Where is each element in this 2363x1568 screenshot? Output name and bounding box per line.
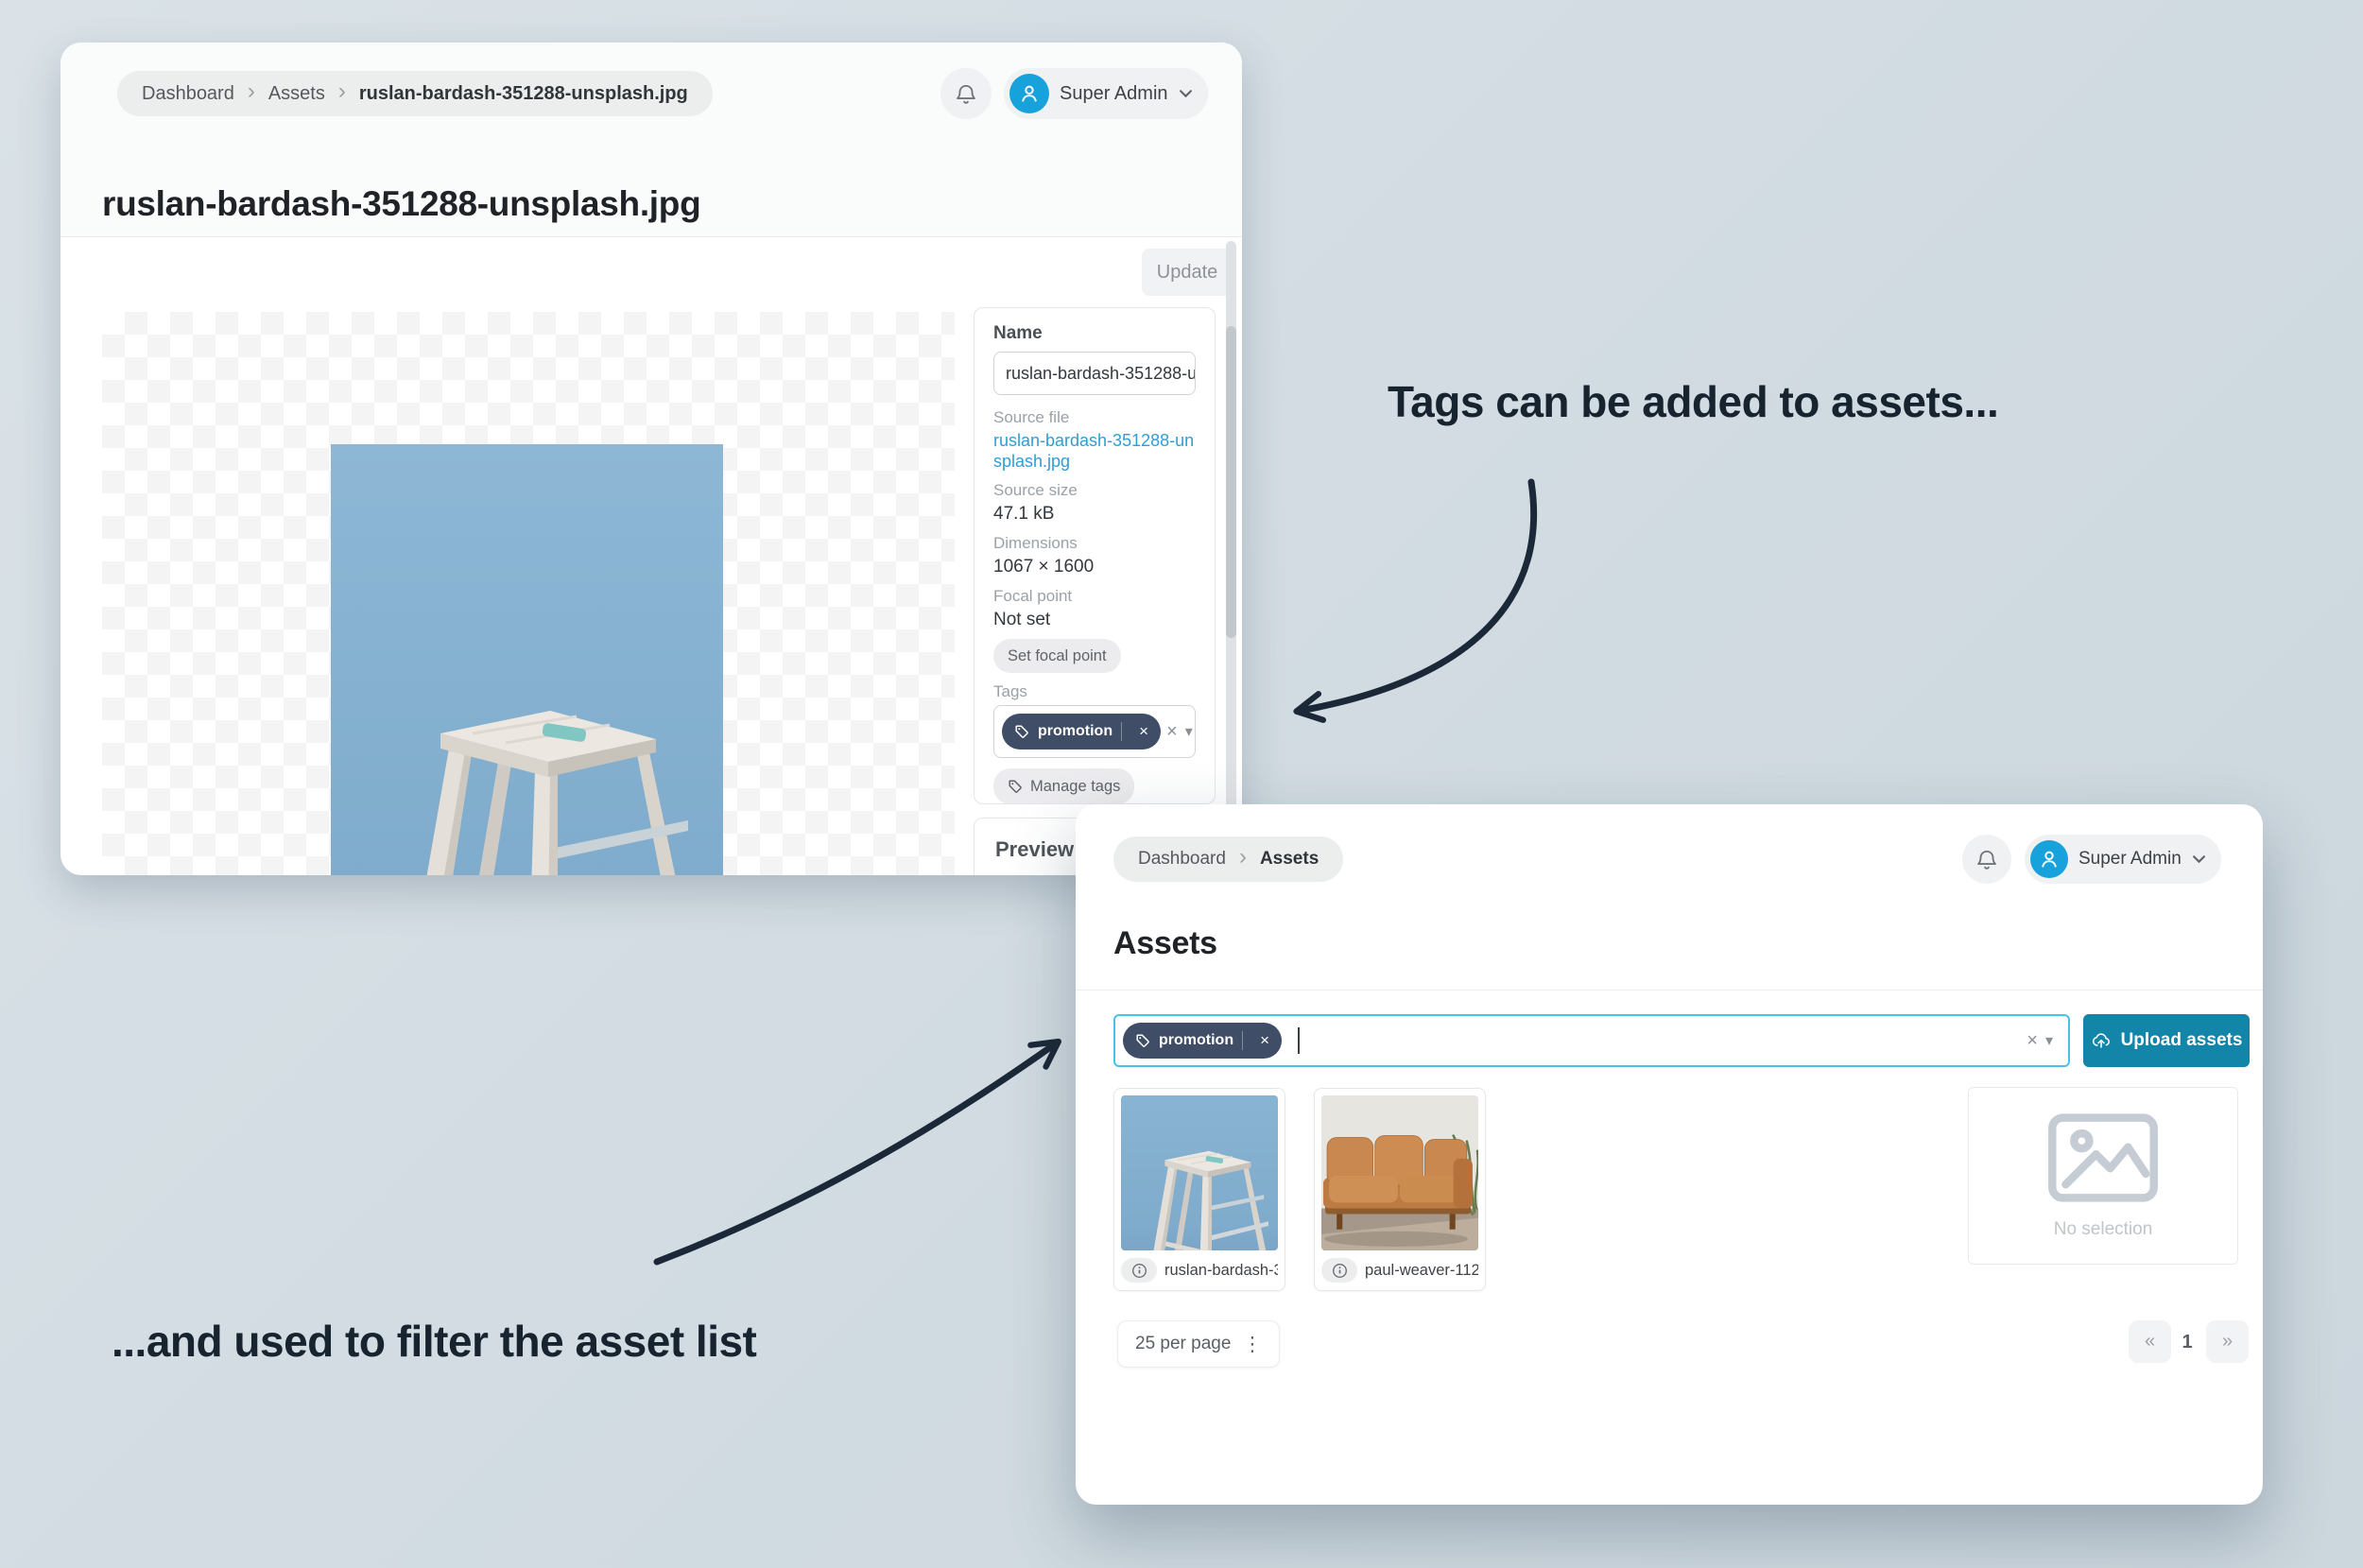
asset-filename: paul-weaver-1120: [1365, 1261, 1478, 1279]
select-caret-icon[interactable]: ▾: [2044, 1031, 2053, 1050]
asset-meta-panel: Name ruslan-bardash-351288-ur Source fil…: [974, 307, 1216, 804]
page-title: ruslan-bardash-351288-unsplash.jpg: [102, 184, 701, 223]
bell-icon: [954, 81, 978, 106]
name-input[interactable]: ruslan-bardash-351288-ur: [993, 352, 1196, 395]
chevron-right-icon: ›: [247, 78, 255, 104]
notifications-button[interactable]: [1962, 835, 2011, 884]
source-file-link[interactable]: ruslan-bardash-351288-unsplash.jpg: [993, 431, 1196, 472]
upload-assets-label: Upload assets: [2120, 1030, 2243, 1050]
filter-tag-label: promotion: [1159, 1032, 1234, 1048]
breadcrumb-item-current: ruslan-bardash-351288-unsplash.jpg: [358, 82, 688, 104]
focal-point-value: Not set: [993, 610, 1051, 630]
annotation-filter-note: ...and used to filter the asset list: [112, 1317, 757, 1366]
tags-select[interactable]: promotion × × ▾: [993, 705, 1196, 759]
manage-tags-button[interactable]: Manage tags: [993, 768, 1135, 803]
set-focal-point-button[interactable]: Set focal point: [993, 639, 1121, 674]
couch-photo-thumb: [1321, 1095, 1478, 1250]
breadcrumb: Dashboard › Assets: [1113, 836, 1344, 882]
page-title: Assets: [1113, 925, 1217, 961]
kebab-menu-icon[interactable]: ⋮: [1242, 1335, 1262, 1354]
dimensions-value: 1067 × 1600: [993, 557, 1095, 577]
asset-filename: ruslan-bardash-35: [1164, 1261, 1278, 1279]
info-icon: [1131, 1263, 1147, 1279]
screenshot-stage: Dashboard › Assets › ruslan-bardash-3512…: [0, 0, 2363, 1568]
pagination-next-button[interactable]: »: [2206, 1320, 2249, 1363]
stool-photo-thumb: [1121, 1095, 1278, 1250]
no-selection-label: No selection: [2053, 1219, 2153, 1239]
divider: [1076, 990, 2263, 991]
tag-filter-input[interactable]: promotion × × ▾: [1113, 1014, 2070, 1067]
filter-tag-chip[interactable]: promotion ×: [1123, 1023, 1283, 1059]
chevron-right-icon: ›: [337, 78, 346, 104]
focal-point-label: Focal point: [993, 587, 1073, 606]
user-name: Super Admin: [1060, 82, 1168, 104]
text-cursor: [1298, 1027, 1301, 1054]
clear-filter-icon[interactable]: ×: [2021, 1030, 2044, 1052]
image-preview-panel: [102, 312, 955, 875]
select-caret-icon[interactable]: ▾: [1183, 722, 1193, 741]
name-label: Name: [993, 323, 1043, 343]
breadcrumb-item-dashboard[interactable]: Dashboard: [142, 83, 234, 105]
breadcrumb-item-dashboard[interactable]: Dashboard: [1138, 849, 1226, 870]
asset-detail-window: Dashboard › Assets › ruslan-bardash-3512…: [60, 43, 1242, 875]
asset-card[interactable]: ruslan-bardash-35: [1113, 1088, 1285, 1291]
info-icon: [1332, 1263, 1348, 1279]
person-icon: [2037, 847, 2061, 871]
tag-icon: [1008, 779, 1023, 794]
chevron-down-icon: [1179, 89, 1193, 98]
manage-tags-label: Manage tags: [1030, 777, 1121, 795]
scrollbar-thumb[interactable]: [1226, 326, 1236, 638]
asset-info-button[interactable]: [1121, 1258, 1157, 1283]
image-placeholder-icon: [2045, 1111, 2161, 1204]
tag-icon: [1014, 724, 1029, 739]
tag-chip[interactable]: promotion ×: [1002, 714, 1162, 750]
asset-info-button[interactable]: [1321, 1258, 1357, 1283]
remove-tag-icon[interactable]: ×: [1251, 1031, 1278, 1050]
source-file-label: Source file: [993, 408, 1070, 426]
arrow-to-filter-input: [653, 1038, 1062, 1266]
chip-divider: [1121, 722, 1123, 742]
stool-photo: [331, 444, 723, 875]
update-button[interactable]: Update: [1142, 249, 1233, 296]
tag-chip-label: promotion: [1038, 723, 1113, 740]
annotation-tags-note: Tags can be added to assets...: [1388, 377, 1999, 426]
notifications-button[interactable]: [940, 68, 992, 119]
per-page-label: 25 per page: [1135, 1334, 1232, 1353]
user-menu[interactable]: Super Admin: [1004, 68, 1208, 119]
person-icon: [1017, 81, 1042, 106]
chevron-right-icon: ›: [1238, 844, 1247, 870]
breadcrumb: Dashboard › Assets › ruslan-bardash-3512…: [117, 71, 713, 116]
asset-thumbnail: [1121, 1095, 1278, 1250]
tags-label: Tags: [993, 682, 1027, 701]
pagination-prev-button[interactable]: «: [2129, 1320, 2171, 1363]
source-size-label: Source size: [993, 481, 1078, 500]
user-name: Super Admin: [2078, 849, 2182, 869]
breadcrumb-item-assets[interactable]: Assets: [268, 83, 325, 105]
bell-icon: [1975, 847, 1999, 871]
dimensions-label: Dimensions: [993, 534, 1078, 553]
upload-cloud-icon: [2091, 1030, 2112, 1051]
source-size-value: 47.1 kB: [993, 504, 1055, 525]
asset-card[interactable]: paul-weaver-1120: [1314, 1088, 1486, 1291]
preview-heading: Preview: [995, 837, 1075, 861]
avatar: [1009, 74, 1049, 113]
avatar: [2030, 840, 2068, 878]
arrow-to-tags-field: [1293, 478, 1538, 723]
chip-divider: [1242, 1031, 1244, 1050]
clear-tags-icon[interactable]: ×: [1161, 721, 1183, 743]
chevron-down-icon: [2192, 854, 2206, 864]
per-page-button[interactable]: 25 per page ⋮: [1117, 1320, 1281, 1368]
pagination-current-page[interactable]: 1: [2175, 1332, 2199, 1353]
assets-list-window: Dashboard › Assets Super Admin Assets pr…: [1076, 804, 2263, 1505]
no-selection-panel: No selection: [1968, 1087, 2238, 1265]
breadcrumb-item-current: Assets: [1259, 849, 1319, 869]
asset-thumbnail: [1321, 1095, 1478, 1250]
user-menu[interactable]: Super Admin: [2025, 835, 2221, 884]
remove-tag-icon[interactable]: ×: [1130, 722, 1157, 741]
tag-icon: [1135, 1033, 1150, 1048]
upload-assets-button[interactable]: Upload assets: [2083, 1014, 2250, 1067]
